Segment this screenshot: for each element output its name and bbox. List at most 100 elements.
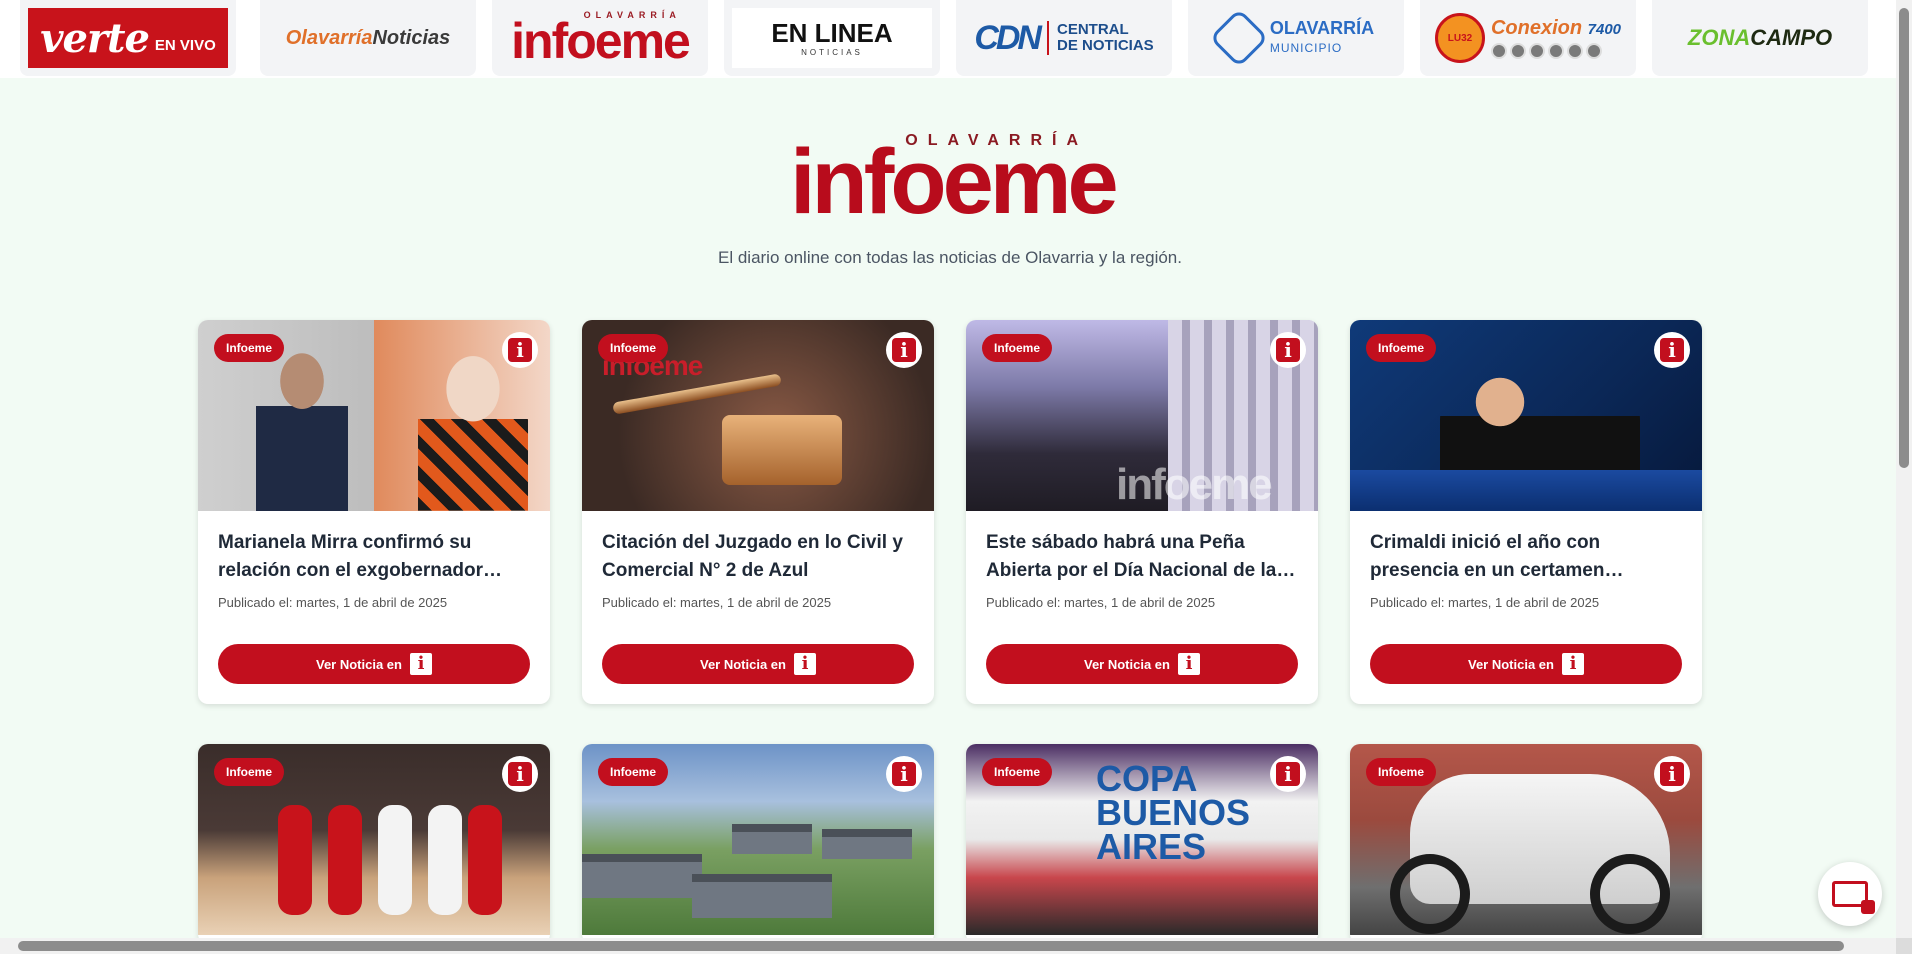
news-card-image[interactable]: Infoeme i: [1350, 744, 1702, 935]
infoeme-glyph: i: [1660, 762, 1684, 786]
en-linea-logo: EN LINEA NOTICIAS: [732, 8, 932, 68]
news-card-title[interactable]: Marianela Mirra confirmó su relación con…: [218, 529, 530, 585]
news-card[interactable]: Infoeme i: [1350, 744, 1702, 944]
central-noticias-logo-mark: CDN: [974, 18, 1042, 57]
view-news-button[interactable]: Ver Noticia en i: [218, 644, 530, 684]
partner-zona-campo-link[interactable]: ZONA CAMPO: [1652, 0, 1868, 76]
news-feed-floating-button[interactable]: [1818, 862, 1882, 926]
image-watermark: infoeme: [1116, 460, 1273, 509]
olavarria-noticias-logo: Olavarría Noticias: [286, 27, 451, 50]
en-linea-logo-sub: NOTICIAS: [801, 47, 863, 57]
vertical-scrollbar[interactable]: [1896, 0, 1912, 938]
municipio-logo-text: OLAVARRÍA MUNICIPIO: [1269, 18, 1375, 56]
conexion-circle-badge: LU32: [1434, 13, 1485, 63]
infoeme-corner-icon: i: [502, 756, 538, 792]
horizontal-scroll-thumb[interactable]: [18, 941, 1844, 951]
municipio-line1: OLAVARRÍA: [1269, 18, 1375, 39]
olavarria-noticias-logo-b: Noticias: [372, 26, 451, 49]
news-card-title[interactable]: Este sábado habrá una Peña Abierta por e…: [986, 529, 1298, 585]
central-noticias-logo: CDN CENTRAL DE NOTICIAS: [974, 19, 1153, 58]
en-linea-logo-word: EN LINEA: [771, 17, 893, 48]
infoeme-corner-icon: i: [1654, 332, 1690, 368]
view-news-label: Ver Noticia en: [1468, 656, 1554, 672]
infoeme-glyph: i: [892, 338, 916, 362]
infoeme-corner-icon: i: [1270, 756, 1306, 792]
conexion-station-dots: [1490, 43, 1602, 59]
news-card-date: Publicado el: martes, 1 de abril de 2025: [986, 595, 1216, 610]
news-card[interactable]: Infoeme i Crimaldi inició el año con pre…: [1350, 320, 1702, 704]
news-card-image[interactable]: Infoeme i: [198, 744, 550, 935]
news-card[interactable]: Infoeme i: [198, 744, 550, 944]
conexion-logo-word: Conexion 7400: [1491, 17, 1621, 40]
hero-logo-word: infoeme: [790, 131, 1119, 233]
view-news-label: Ver Noticia en: [1084, 656, 1170, 672]
infoeme-corner-icon: i: [502, 332, 538, 368]
partner-olavarria-noticias-link[interactable]: Olavarría Noticias: [260, 0, 476, 76]
source-badge: Infoeme: [214, 334, 285, 362]
zona-campo-logo-a: ZONA: [1687, 25, 1751, 50]
view-news-button[interactable]: Ver Noticia en i: [602, 644, 914, 684]
view-news-button[interactable]: Ver Noticia en i: [986, 644, 1298, 684]
infoeme-button-icon: i: [1561, 653, 1584, 675]
source-badge: Infoeme: [1366, 334, 1437, 362]
partner-municipio-link[interactable]: OLAVARRÍA MUNICIPIO: [1188, 0, 1404, 76]
infoeme-corner-icon: i: [1654, 756, 1690, 792]
infoeme-button-icon: i: [1177, 653, 1200, 675]
partner-en-linea-link[interactable]: EN LINEA NOTICIAS: [724, 0, 940, 76]
partner-bar: verte EN VIVO Olavarría Noticias OLAVARRÍ…: [0, 0, 1896, 78]
news-card-image[interactable]: infoeme Infoeme i: [966, 320, 1318, 511]
news-card[interactable]: infoeme Infoeme i Este sábado habrá una …: [966, 320, 1318, 704]
news-card-image[interactable]: Infoeme i: [198, 320, 550, 511]
infoeme-glyph: i: [508, 338, 532, 362]
zona-campo-logo: ZONA CAMPO: [1688, 25, 1832, 51]
news-card-title[interactable]: Crimaldi inició el año con presencia en …: [1370, 529, 1682, 585]
conexion-logo: LU32 Conexion 7400: [1434, 13, 1621, 63]
infoeme-button-icon: i: [409, 653, 432, 675]
news-feed-icon: [1832, 881, 1875, 914]
source-badge: Infoeme: [214, 758, 285, 786]
news-card-date: Publicado el: martes, 1 de abril de 2025: [218, 595, 448, 610]
scrollbar-corner: [1896, 938, 1912, 954]
municipio-logo: OLAVARRÍA MUNICIPIO: [1209, 8, 1375, 68]
central-noticias-line1: CENTRAL: [1056, 21, 1129, 39]
site-tagline: El diario online con todas las noticias …: [718, 248, 1182, 267]
view-news-label: Ver Noticia en: [316, 656, 402, 672]
zona-campo-logo-b: CAMPO: [1750, 25, 1833, 50]
infoeme-glyph: i: [1569, 653, 1577, 674]
infoeme-glyph: i: [417, 653, 425, 674]
partner-verte-link[interactable]: verte EN VIVO: [20, 0, 236, 76]
olavarria-noticias-logo-a: Olavarría: [285, 26, 373, 49]
partner-conexion-link[interactable]: LU32 Conexion 7400: [1420, 0, 1636, 76]
news-card-image[interactable]: infoeme Infoeme i: [582, 320, 934, 511]
news-card[interactable]: COPA BUENOS AIRES Infoeme i: [966, 744, 1318, 944]
news-card-date: Publicado el: martes, 1 de abril de 2025: [1370, 595, 1600, 610]
infoeme-button-icon: i: [793, 653, 816, 675]
news-card-date: Publicado el: martes, 1 de abril de 2025: [602, 595, 832, 610]
news-card-title[interactable]: Citación del Juzgado en lo Civil y Comer…: [602, 529, 914, 585]
partner-central-noticias-link[interactable]: CDN CENTRAL DE NOTICIAS: [956, 0, 1172, 76]
news-card-image[interactable]: COPA BUENOS AIRES Infoeme i: [966, 744, 1318, 935]
news-card[interactable]: Infoeme i: [582, 744, 934, 944]
conexion-word: Conexion: [1490, 17, 1583, 39]
news-card-image[interactable]: Infoeme i: [1350, 320, 1702, 511]
verte-logo-sub: EN VIVO: [154, 36, 216, 54]
municipio-emblem-icon: [1209, 8, 1269, 68]
horizontal-scrollbar[interactable]: [0, 938, 1912, 954]
news-card[interactable]: Infoeme i Marianela Mirra confirmó su re…: [198, 320, 550, 704]
infoeme-glyph: i: [1276, 338, 1300, 362]
news-card[interactable]: infoeme Infoeme i Citación del Juzgado e…: [582, 320, 934, 704]
verte-logo: verte EN VIVO: [28, 8, 228, 68]
infoeme-glyph: i: [801, 653, 809, 674]
infoeme-glyph: i: [1185, 653, 1193, 674]
verte-logo-word: verte: [40, 14, 150, 62]
infoeme-corner-icon: i: [886, 332, 922, 368]
vertical-scroll-thumb[interactable]: [1899, 8, 1909, 468]
infoeme-glyph: i: [1660, 338, 1684, 362]
infoeme-glyph: i: [892, 762, 916, 786]
partner-infoeme-link[interactable]: OLAVARRÍA infoeme: [492, 0, 708, 76]
central-noticias-divider: [1046, 21, 1049, 55]
news-card-image[interactable]: Infoeme i: [582, 744, 934, 935]
view-news-button[interactable]: Ver Noticia en i: [1370, 644, 1682, 684]
infoeme-corner-icon: i: [1270, 332, 1306, 368]
infoeme-glyph: i: [1276, 762, 1300, 786]
